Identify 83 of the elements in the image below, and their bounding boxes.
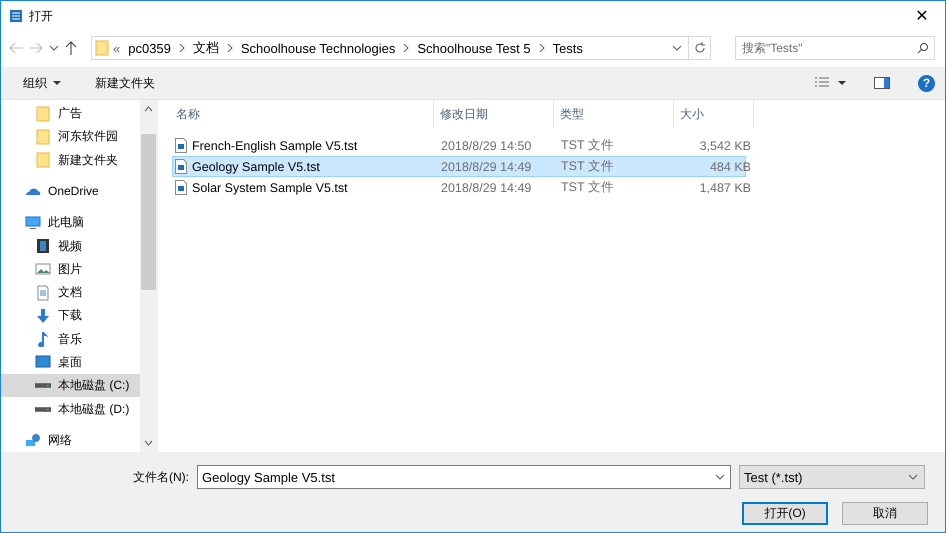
close-button[interactable]: ✕ — [899, 1, 945, 31]
app-icon — [9, 9, 23, 23]
sidebar-item[interactable]: 广告 — [1, 102, 140, 126]
file-type-dropdown[interactable]: Test (*.tst) — [739, 465, 925, 489]
folder-icon — [95, 40, 109, 56]
chevron-icon — [226, 44, 233, 52]
sidebar-item[interactable]: 本地磁盘 (D:) — [1, 397, 140, 421]
down-arrow-icon — [35, 308, 51, 324]
date-cell-text: 2018/8/29 14:49 — [440, 180, 532, 194]
size-cell-text: 484 KB — [708, 160, 752, 174]
sidebar-item[interactable]: 桌面 — [1, 350, 140, 374]
sidebar-item[interactable]: 新建文件夹 — [1, 148, 140, 172]
overflow-crumb[interactable]: « — [113, 40, 120, 56]
caret-icon — [53, 81, 61, 85]
refresh-icon — [694, 42, 706, 54]
type-cell-text: TST 文件 — [560, 137, 615, 154]
breadcrumb[interactable]: 文档 — [192, 39, 219, 57]
breadcrumb[interactable]: Schoolhouse Technologies — [240, 40, 396, 56]
type-cell-text: TST 文件 — [560, 179, 615, 196]
help-button[interactable]: ? — [918, 74, 935, 92]
sidebar-item[interactable]: 图片 — [1, 258, 140, 281]
chevron-icon — [538, 44, 545, 52]
dropdown-chevron-icon — [908, 474, 918, 480]
date-cell-text: 2018/8/29 14:49 — [440, 160, 532, 174]
dropdown-chevron-icon — [672, 45, 682, 51]
music-note-icon — [35, 331, 51, 348]
sidebar-item[interactable]: 文档 — [1, 280, 140, 304]
search-field[interactable]: 搜索"Tests" — [735, 36, 935, 60]
sidebar-item[interactable]: OneDrive — [1, 180, 140, 204]
film-icon — [35, 238, 51, 254]
search-icon — [917, 42, 929, 54]
file-icon — [175, 180, 187, 195]
sidebar-item[interactable]: 网络 — [1, 428, 140, 452]
folder-icon — [35, 152, 51, 168]
date-cell-text: 2018/8/29 14:50 — [440, 138, 532, 152]
sidebar-item[interactable]: 河东软件园 — [1, 125, 140, 149]
up-arrow-icon[interactable] — [65, 41, 77, 55]
computer-icon — [25, 214, 41, 231]
scrollbar[interactable] — [140, 100, 157, 452]
open-button[interactable]: 打开(O) — [742, 502, 828, 524]
breadcrumb[interactable]: Tests — [552, 40, 583, 56]
document-icon — [35, 284, 51, 301]
sidebar-item[interactable]: 本地磁盘 (C:) — [1, 374, 140, 398]
file-name: French-English Sample V5.tst — [192, 138, 358, 152]
column-header[interactable]: 类型 — [554, 100, 674, 128]
sidebar-item[interactable]: 音乐 — [1, 328, 140, 351]
breadcrumb[interactable]: Schoolhouse Test 5 — [417, 40, 531, 56]
sidebar-item[interactable]: 视频 — [1, 234, 140, 258]
column-header[interactable]: 名称 — [172, 100, 434, 128]
history-chevron-icon — [49, 45, 59, 51]
file-name: Solar System Sample V5.tst — [192, 180, 348, 194]
scroll-down-icon[interactable] — [144, 440, 153, 446]
size-cell-text: 1,487 KB — [698, 180, 752, 194]
address-bar[interactable]: « pc0359 文档 Schoolhouse Technologies Schoolhouse Test 5 Tests — [91, 36, 711, 60]
network-icon — [25, 432, 41, 448]
organize-button[interactable]: 组织 — [19, 72, 65, 94]
window-title: 打开 — [29, 8, 54, 24]
chevron-icon — [178, 44, 185, 52]
picture-icon — [35, 261, 51, 278]
folder-icon — [35, 128, 51, 145]
column-header[interactable]: 修改日期 — [434, 100, 554, 128]
preview-pane-icon[interactable] — [874, 77, 890, 89]
folder-icon — [35, 106, 51, 122]
scroll-up-icon[interactable] — [144, 106, 153, 112]
type-cell-text: TST 文件 — [560, 158, 615, 175]
file-icon — [175, 138, 187, 153]
file-name: Geology Sample V5.tst — [192, 160, 320, 174]
filename-label: 文件名(N): — [133, 468, 189, 486]
file-icon — [175, 159, 187, 174]
column-header[interactable]: 大小 — [674, 100, 754, 128]
new-folder-button[interactable]: 新建文件夹 — [91, 72, 159, 94]
desktop-icon — [35, 354, 51, 370]
chevron-icon — [403, 44, 410, 52]
caret-icon — [838, 81, 846, 85]
drive-icon — [35, 383, 51, 388]
sidebar-item[interactable]: 此电脑 — [1, 211, 140, 234]
sidebar-item[interactable]: 下载 — [1, 304, 140, 328]
filename-field[interactable]: Geology Sample V5.tst — [197, 465, 731, 489]
cancel-button[interactable]: 取消 — [842, 502, 928, 524]
breadcrumb[interactable]: pc0359 — [128, 40, 171, 56]
drive-icon — [35, 406, 51, 412]
size-cell-text: 3,542 KB — [698, 138, 752, 152]
dropdown-chevron-icon — [715, 474, 725, 480]
